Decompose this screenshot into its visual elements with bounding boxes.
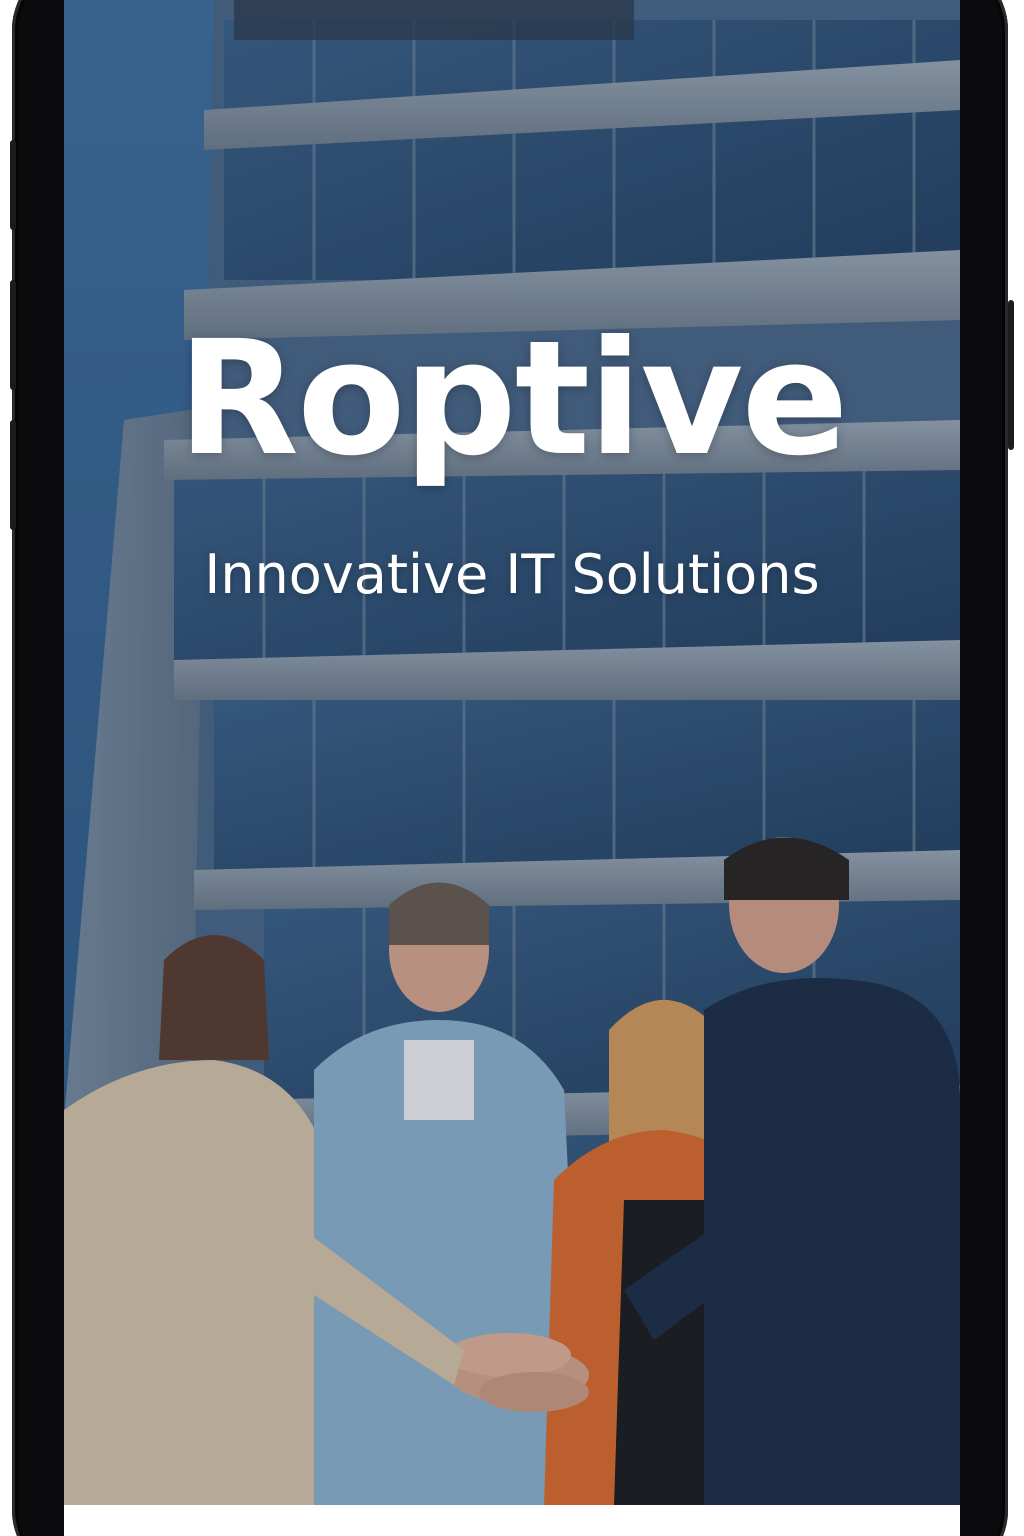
volume-up-button	[10, 280, 16, 390]
power-button	[1008, 300, 1014, 450]
volume-down-button	[10, 420, 16, 530]
splash-screen: Roptive Innovative IT Solutions	[64, 0, 960, 1505]
volume-button	[10, 140, 16, 230]
bottom-bar	[64, 1505, 960, 1536]
tagline: Innovative IT Solutions	[204, 543, 820, 606]
brand-name: Roptive	[177, 307, 848, 491]
page: Roptive Innovative IT Solutions	[0, 0, 1024, 1536]
office-building-photo	[64, 0, 960, 1505]
